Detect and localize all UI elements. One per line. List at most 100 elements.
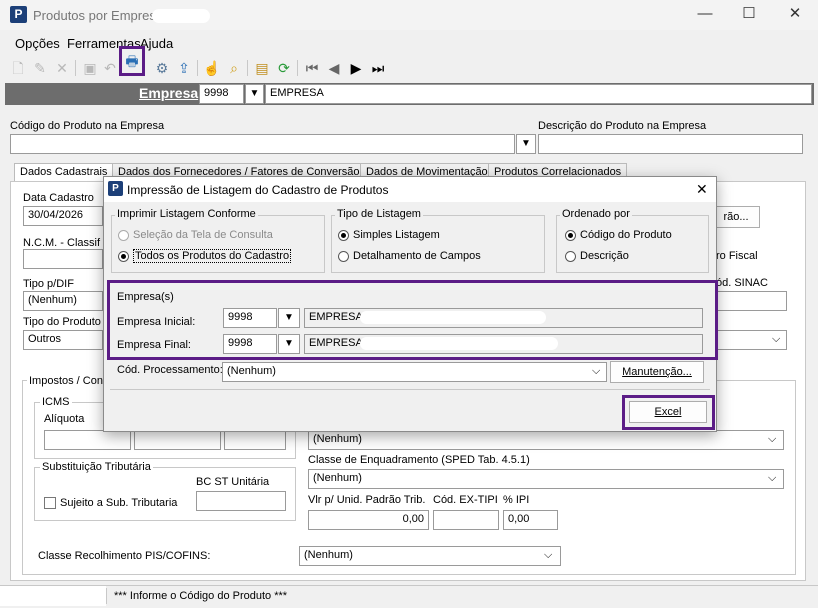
save-icon[interactable]: ▣ bbox=[80, 58, 100, 78]
chevron-down-icon[interactable]: ⌵ bbox=[592, 365, 600, 378]
previous-record-icon[interactable]: ◀ bbox=[324, 58, 344, 78]
window-title: Produtos por Empresa bbox=[33, 8, 164, 23]
print-icon[interactable]: 🖶 bbox=[119, 46, 145, 76]
edit-icon[interactable]: ✎ bbox=[30, 58, 50, 78]
toolbar-separator bbox=[297, 60, 298, 76]
tipo-listagem-group bbox=[331, 215, 545, 273]
processamento-select[interactable]: (Nenhum) bbox=[222, 362, 607, 382]
imprimir-group bbox=[111, 215, 325, 273]
icms-group-label: ICMS bbox=[40, 396, 72, 408]
aliquota-field[interactable] bbox=[44, 430, 131, 450]
empresa-final-label: Empresa Final: bbox=[117, 339, 191, 351]
tipo-listagem-title: Tipo de Listagem bbox=[335, 208, 423, 220]
right-select-1[interactable]: (Nenhum) bbox=[308, 430, 784, 450]
status-bar-left-panel bbox=[0, 586, 106, 606]
processamento-label: Cód. Processamento: bbox=[117, 364, 223, 376]
tipo-produto-field[interactable]: Outros bbox=[23, 330, 103, 350]
first-record-icon[interactable]: ⏮ bbox=[302, 58, 322, 78]
empresa-dropdown-button[interactable]: ▼ bbox=[245, 84, 264, 104]
search-icon[interactable]: ⌕ bbox=[224, 58, 244, 78]
radio-detalhamento-label: Detalhamento de Campos bbox=[353, 250, 481, 262]
status-bar: *** Informe o Código do Produto *** bbox=[0, 585, 818, 607]
radio-codigo-produto-label: Código do Produto bbox=[580, 229, 672, 241]
icms-field-3[interactable] bbox=[224, 430, 286, 450]
partial-sinac-label: ód. SINAC bbox=[716, 277, 768, 289]
partial-button[interactable]: rão... bbox=[712, 206, 760, 228]
dialog-app-icon: P bbox=[108, 181, 123, 196]
data-cadastro-field[interactable]: 30/04/2026 bbox=[23, 206, 103, 226]
dialog-close-button[interactable]: ✕ bbox=[696, 181, 708, 198]
chevron-down-icon[interactable]: ⌵ bbox=[772, 333, 780, 346]
next-record-icon[interactable]: ▶ bbox=[346, 58, 366, 78]
status-separator bbox=[106, 588, 107, 604]
empresa-final-dropdown[interactable]: ▼ bbox=[278, 334, 300, 354]
excel-button[interactable]: Excel bbox=[629, 401, 707, 423]
manutencao-button[interactable]: Manutenção... bbox=[610, 361, 704, 383]
ex-tipi-label: Cód. EX-TIPI bbox=[433, 494, 498, 506]
radio-todos-produtos[interactable] bbox=[118, 251, 129, 262]
tab-dados-cadastrais[interactable]: Dados Cadastrais bbox=[14, 163, 114, 181]
empresa-final-code[interactable]: 9998 bbox=[223, 334, 277, 354]
sujeito-sub-checkbox[interactable] bbox=[44, 497, 56, 509]
last-record-icon[interactable]: ⏭ bbox=[368, 58, 388, 78]
tipo-pdif-label: Tipo p/DIF bbox=[23, 278, 74, 290]
toolbar-separator bbox=[247, 60, 248, 76]
minimize-button[interactable]: — bbox=[694, 4, 716, 24]
partial-fiscal-label: ro Fiscal bbox=[716, 250, 758, 262]
codigo-produto-dropdown[interactable]: ▼ bbox=[516, 134, 536, 154]
print-setup-icon[interactable]: ⚙ bbox=[152, 58, 172, 78]
dialog-title: Impressão de Listagem do Cadastro de Pro… bbox=[127, 183, 389, 197]
codigo-produto-field[interactable] bbox=[10, 134, 515, 154]
vlr-unid-field[interactable]: 0,00 bbox=[308, 510, 429, 530]
undo-icon[interactable]: ↶ bbox=[100, 58, 120, 78]
redacted-empresa-inicial bbox=[360, 311, 546, 324]
sinac-field[interactable] bbox=[716, 291, 787, 311]
properties-icon[interactable]: ▤ bbox=[252, 58, 272, 78]
toolbar: 🗋 ✎ ✕ ▣ ↶ 🖶 ⚙ ⇪ ☝ ⌕ ▤ ⟳ ⏮ ◀ ▶ ⏭ bbox=[0, 46, 818, 82]
refresh-icon[interactable]: ⟳ bbox=[274, 58, 294, 78]
export-icon[interactable]: ⇪ bbox=[174, 58, 194, 78]
ncm-field[interactable] bbox=[23, 249, 103, 269]
radio-descricao-label: Descrição bbox=[580, 250, 629, 262]
icms-field-2[interactable] bbox=[134, 430, 221, 450]
hand-icon[interactable]: ☝ bbox=[202, 58, 222, 78]
empresa-inicial-dropdown[interactable]: ▼ bbox=[278, 308, 300, 328]
pis-cofins-select[interactable]: (Nenhum) bbox=[299, 546, 561, 566]
title-bar: P Produtos por Empresa — ☐ ✕ bbox=[0, 0, 818, 30]
ex-tipi-field[interactable] bbox=[433, 510, 499, 530]
new-icon[interactable]: 🗋 bbox=[8, 58, 28, 78]
classe-enquadramento-select[interactable]: (Nenhum) bbox=[308, 469, 784, 489]
chevron-down-icon[interactable]: ⌵ bbox=[768, 472, 776, 485]
pis-cofins-label: Classe Recolhimento PIS/COFINS: bbox=[38, 550, 211, 562]
radio-codigo-produto[interactable] bbox=[565, 230, 576, 241]
radio-selecao-tela[interactable] bbox=[118, 230, 129, 241]
bc-st-field[interactable] bbox=[196, 491, 286, 511]
maximize-button[interactable]: ☐ bbox=[738, 4, 760, 24]
bc-st-label: BC ST Unitária bbox=[196, 476, 270, 488]
empresa-label: Empresa bbox=[139, 85, 199, 101]
descricao-produto-field[interactable] bbox=[538, 134, 803, 154]
menu-opcoes[interactable]: Opções bbox=[15, 36, 60, 51]
toolbar-separator bbox=[197, 60, 198, 76]
app-logo-icon: P bbox=[10, 6, 27, 23]
close-window-button[interactable]: ✕ bbox=[784, 4, 806, 24]
imprimir-group-title: Imprimir Listagem Conforme bbox=[115, 208, 258, 220]
chevron-down-icon[interactable]: ⌵ bbox=[768, 433, 776, 446]
descricao-produto-label: Descrição do Produto na Empresa bbox=[538, 120, 707, 132]
delete-icon[interactable]: ✕ bbox=[52, 58, 72, 78]
radio-detalhamento[interactable] bbox=[338, 251, 349, 262]
empresa-code-field[interactable]: 9998 bbox=[199, 84, 244, 104]
empresa-inicial-code[interactable]: 9998 bbox=[223, 308, 277, 328]
tipo-pdif-field[interactable]: (Nenhum) bbox=[23, 291, 103, 311]
chevron-down-icon[interactable]: ⌵ bbox=[544, 549, 552, 562]
radio-todos-produtos-label: Todos os Produtos do Cadastro bbox=[133, 249, 292, 263]
aliquota-label: Alíquota bbox=[44, 413, 85, 425]
ipi-field[interactable]: 0,00 bbox=[503, 510, 558, 530]
ordenado-group bbox=[556, 215, 709, 273]
radio-descricao[interactable] bbox=[565, 251, 576, 262]
radio-simples-listagem[interactable] bbox=[338, 230, 349, 241]
data-cadastro-label: Data Cadastro bbox=[23, 192, 94, 204]
tipo-produto-label: Tipo do Produto bbox=[23, 316, 101, 328]
empresa-name-field[interactable]: EMPRESA bbox=[265, 84, 812, 104]
codigo-produto-label: Código do Produto na Empresa bbox=[10, 120, 165, 132]
